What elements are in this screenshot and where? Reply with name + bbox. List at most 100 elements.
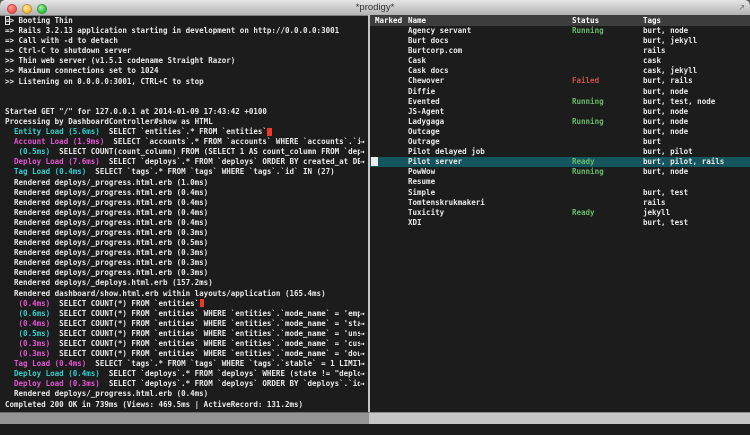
- service-tags: burt, node: [643, 107, 688, 117]
- service-tags: burt, node: [643, 117, 688, 127]
- log-line: (0.5ms) SELECT COUNT(*) FROM `entities` …: [0, 329, 369, 339]
- service-name: Diffie: [408, 87, 435, 97]
- log-line: Deploy Load (0.4ms) SELECT `deploys`.* F…: [0, 369, 369, 379]
- service-row[interactable]: PowWowRunningburt, node: [370, 167, 750, 177]
- service-name: Tomtenskrukmakeri: [408, 198, 485, 208]
- log-line: => Booting Thin: [0, 16, 369, 26]
- service-name: Outcage: [408, 127, 440, 137]
- service-name: Outrage: [408, 137, 440, 147]
- service-row[interactable]: Tuxicity Ready jekyll: [370, 208, 750, 218]
- service-name: Evented: [408, 97, 440, 107]
- service-name: Tuxicity: [408, 208, 444, 218]
- log-line: (0.4ms) SELECT COUNT(*) FROM `entities` …: [0, 319, 369, 329]
- service-name: Cask: [408, 56, 426, 66]
- log-line: Deploy Load (7.6ms) SELECT `deploys`.* F…: [0, 157, 369, 167]
- point-cursor: [371, 157, 378, 166]
- log-line: Rendered deploys/_progress.html.erb (1.0…: [0, 178, 369, 188]
- service-row[interactable]: JS-Agentburt, node: [370, 107, 750, 117]
- left-modeline: U:%*-*prodigy-pilot-server*L1(Fundamen: [0, 412, 369, 424]
- service-tags: burt, node: [643, 26, 688, 36]
- service-name: XDI: [408, 218, 422, 228]
- header-tags: Tags: [643, 15, 661, 26]
- log-line: Tag Load (0.4ms) SELECT `tags`.* FROM `t…: [0, 167, 369, 177]
- service-tags: rails: [643, 198, 666, 208]
- service-row[interactable]: Outcageburt, node: [370, 127, 750, 137]
- log-line: Tag Load (0.4ms) SELECT `tags`.* FROM `t…: [0, 359, 369, 369]
- log-line: => Call with -d to detach: [0, 36, 369, 46]
- service-row[interactable]: Resume: [370, 177, 750, 187]
- service-status: Running: [572, 167, 604, 177]
- service-row[interactable]: Cask cask: [370, 56, 750, 66]
- service-tags: cask, jekyll: [643, 66, 697, 76]
- service-row[interactable]: Pilot delayed job burt, pilot: [370, 147, 750, 157]
- prodigy-header: Marked Name Status Tags: [370, 15, 750, 26]
- emacs-window: *prodigy* ↗ => Booting Thin=> Rails 3.2.…: [0, 0, 750, 435]
- header-marked: Marked: [375, 15, 402, 26]
- log-line: (0.5ms) SELECT COUNT(count_column) FROM …: [0, 147, 369, 157]
- log-line: Completed 200 OK in 739ms (Views: 469.5m…: [0, 400, 369, 410]
- service-row[interactable]: Outrage burt: [370, 137, 750, 147]
- log-line: [0, 97, 369, 107]
- service-row[interactable]: Tomtenskrukmakeri rails: [370, 198, 750, 208]
- log-line: Rendered deploys/_progress.html.erb (0.4…: [0, 218, 369, 228]
- log-line: Rendered dashboard/show.html.erb within …: [0, 289, 369, 299]
- red-cursor-block: [267, 128, 272, 136]
- service-row[interactable]: Burt docs burt, jekyll: [370, 36, 750, 46]
- log-line: Rendered deploys/_progress.html.erb (0.3…: [0, 268, 369, 278]
- service-row[interactable]: Evented Running burt, test, node: [370, 97, 750, 107]
- log-line: >> Thin web server (v1.5.1 codename Stra…: [0, 56, 369, 66]
- log-line: [0, 87, 369, 97]
- log-line: => Rails 3.2.13 application starting in …: [0, 26, 369, 36]
- service-row[interactable]: Pilot server Ready burt, pilot, rails: [370, 157, 750, 167]
- service-name: Chewover: [408, 76, 444, 86]
- service-row[interactable]: Agency servantRunningburt, node: [370, 26, 750, 36]
- service-name: Resume: [408, 177, 435, 187]
- titlebar: *prodigy* ↗: [0, 0, 750, 16]
- prodigy-rows: Agency servantRunningburt, nodeBurt docs…: [370, 26, 750, 228]
- log-line: (0.3ms) SELECT COUNT(*) FROM `entities` …: [0, 339, 369, 349]
- service-tags: burt, jekyll: [643, 36, 697, 46]
- log-line: (0.4ms) SELECT COUNT(*) FROM `entities`: [0, 299, 369, 309]
- service-tags: burt: [643, 137, 661, 147]
- log-line: (0.3ms) SELECT COUNT(*) FROM `entities` …: [0, 349, 369, 359]
- service-name: PowWow: [408, 167, 435, 177]
- service-row[interactable]: Cask docs cask, jekyll: [370, 66, 750, 76]
- service-row[interactable]: Diffie burt, node: [370, 87, 750, 97]
- echo-area[interactable]: [0, 424, 750, 435]
- log-line: Rendered deploys/_progress.html.erb (0.4…: [0, 389, 369, 399]
- service-row[interactable]: ChewoverFailedburt, rails: [370, 76, 750, 86]
- service-row[interactable]: LadygagaRunningburt, node: [370, 117, 750, 127]
- right-modeline: U:%%-*prodigy*L14(Prodigy): [369, 412, 750, 424]
- resize-icon[interactable]: ↗: [738, 1, 745, 15]
- service-tags: jekyll: [643, 208, 670, 218]
- service-name: Burt docs: [408, 36, 449, 46]
- service-name: Burtcorp.com: [408, 46, 462, 56]
- log-line: >> Maximum connections set to 1024: [0, 66, 369, 76]
- log-line: Deploy Load (0.3ms) SELECT `deploys`.* F…: [0, 379, 369, 389]
- service-status: Running: [572, 26, 604, 36]
- service-row[interactable]: XDIburt, test: [370, 218, 750, 228]
- service-status: Running: [572, 97, 604, 107]
- service-name: Pilot delayed job: [408, 147, 485, 157]
- red-cursor-block: [200, 299, 205, 307]
- rails-log-lines: => Booting Thin=> Rails 3.2.13 applicati…: [0, 15, 369, 412]
- log-line: Started GET "/" for 127.0.0.1 at 2014-01…: [0, 107, 369, 117]
- service-name: Pilot server: [408, 157, 462, 167]
- service-row[interactable]: Simpleburt, test: [370, 188, 750, 198]
- log-line: Rendered deploys/_progress.html.erb (0.3…: [0, 228, 369, 238]
- log-line: Account Load (1.9ms) SELECT `accounts`.*…: [0, 137, 369, 147]
- service-row[interactable]: Burtcorp.comrails: [370, 46, 750, 56]
- service-status: Ready: [572, 157, 595, 167]
- header-status: Status: [572, 15, 599, 26]
- window-title: *prodigy*: [0, 0, 750, 15]
- service-tags: burt, pilot, rails: [643, 157, 724, 167]
- header-name: Name: [408, 15, 426, 26]
- service-status: Ready: [572, 208, 595, 218]
- service-tags: burt, node: [643, 87, 688, 97]
- service-status: Running: [572, 117, 604, 127]
- service-tags: cask: [643, 56, 661, 66]
- service-name: Cask docs: [408, 66, 449, 76]
- log-line: Rendered deploys/_progress.html.erb (0.4…: [0, 198, 369, 208]
- service-tags: burt, test, node: [643, 97, 715, 107]
- service-tags: burt, pilot: [643, 147, 693, 157]
